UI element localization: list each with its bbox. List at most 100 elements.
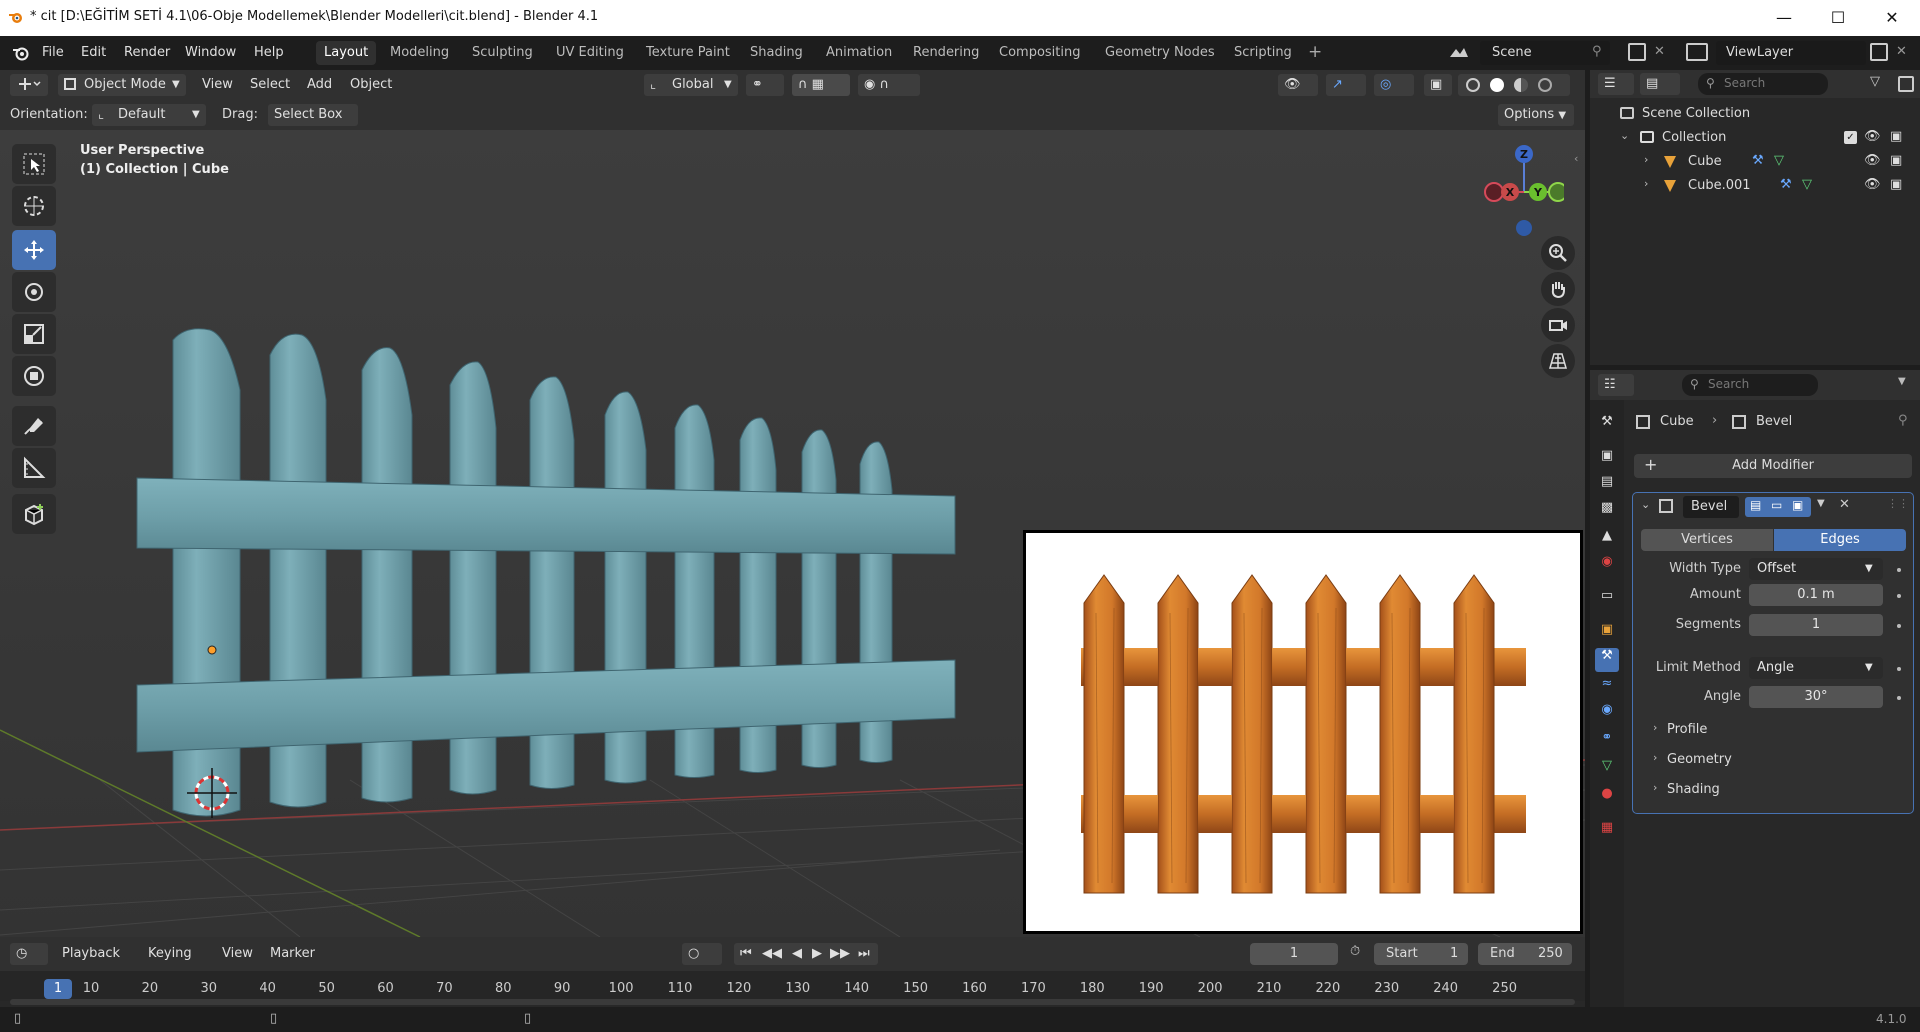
outliner-row-cube[interactable]: › Cube ⚒ ▽ 👁 ▣ [1590, 150, 1920, 174]
pan-button[interactable] [1541, 272, 1575, 306]
add-cube-tool[interactable] [12, 494, 56, 534]
eye-icon[interactable]: 👁 [1864, 177, 1881, 192]
angle-field[interactable]: 30° [1749, 686, 1883, 708]
subpanel-geometry[interactable]: › Geometry [1653, 749, 1893, 771]
options-button[interactable]: Options ▼ [1498, 104, 1574, 126]
menu-object[interactable]: Object [350, 74, 392, 96]
eye-icon[interactable]: 👁 [1864, 153, 1881, 168]
tab-modeling[interactable]: Modeling [382, 41, 457, 65]
pin-icon[interactable]: ⚲ [1592, 44, 1602, 59]
select-box-tool[interactable] [12, 144, 56, 184]
modifier-tab-icon[interactable]: ⚒ [1595, 648, 1619, 672]
stopwatch-icon[interactable]: ⏱ [1350, 944, 1360, 959]
tool-tab-icon[interactable]: ⚒ [1595, 414, 1619, 438]
scene-tab-icon[interactable]: ▲ [1595, 528, 1619, 552]
jump-prev-keyframe-icon[interactable]: ◀◀ [762, 943, 782, 965]
physics-tab-icon[interactable]: ◉ [1595, 702, 1619, 726]
tab-uv-editing[interactable]: UV Editing [548, 41, 632, 65]
display-mode-button[interactable]: ▤ [1640, 73, 1680, 95]
snap-button[interactable]: ∩ ▦ [792, 74, 850, 96]
editor-type-button[interactable] [10, 74, 48, 96]
mesh-data-icon[interactable]: ▽ [1774, 153, 1784, 168]
camera-render-icon[interactable]: ▣ [1890, 153, 1902, 168]
scene-selector-icon[interactable] [1446, 41, 1472, 65]
material-tab-icon[interactable]: ● [1595, 786, 1619, 810]
modifier-wrench-icon[interactable]: ⚒ [1752, 153, 1764, 168]
outliner-editor-type-button[interactable]: ☰ [1598, 73, 1634, 95]
zoom-button[interactable] [1541, 236, 1575, 270]
segments-field[interactable]: 1 [1749, 614, 1883, 636]
timeline-editor-type-button[interactable]: ◷ [10, 943, 48, 965]
tab-layout[interactable]: Layout [316, 41, 377, 65]
collection-tab-icon[interactable]: ▭ [1595, 588, 1619, 612]
modifier-visibility-toggles[interactable]: ▤ ▭ ▣ [1745, 497, 1811, 517]
collapse-sidebar-icon[interactable]: ‹ [1574, 152, 1578, 165]
transform-orientation-selector[interactable]: ⌞ Global ▼ [644, 74, 738, 96]
gizmo-neg-z-axis[interactable] [1516, 220, 1532, 236]
keyframe-dot-icon[interactable] [1897, 696, 1901, 700]
maximize-button[interactable]: ☐ [1810, 0, 1866, 36]
menu-add[interactable]: Add [307, 74, 332, 96]
render-tab-icon[interactable]: ▣ [1595, 448, 1619, 472]
amount-field[interactable]: 0.1 m [1749, 584, 1883, 606]
viewport-toggle-icon[interactable]: ▭ [1771, 498, 1782, 512]
object-tab-icon[interactable]: ▣ [1595, 622, 1619, 646]
filter-icon[interactable]: ▽ [1870, 74, 1880, 89]
tab-animation[interactable]: Animation [818, 41, 900, 65]
timeline-scrollbar[interactable] [10, 999, 1575, 1005]
mesh-data-icon[interactable]: ▽ [1802, 177, 1812, 192]
menu-marker[interactable]: Marker [270, 943, 315, 965]
annotate-tool[interactable] [12, 406, 56, 446]
affect-vertices-button[interactable]: Vertices [1641, 529, 1773, 551]
outliner-search-input[interactable]: ⚲ Search [1698, 73, 1828, 95]
rotate-tool[interactable] [12, 272, 56, 312]
gizmo-toggle-button[interactable]: ↗ [1326, 74, 1366, 96]
play-icon[interactable]: ▶ [812, 943, 822, 965]
new-scene-icon[interactable] [1628, 43, 1646, 61]
texture-tab-icon[interactable]: ▦ [1595, 820, 1619, 844]
close-window-button[interactable]: ✕ [1864, 0, 1920, 36]
tab-shading[interactable]: Shading [742, 41, 811, 65]
camera-view-button[interactable] [1541, 308, 1575, 342]
blender-menu-icon[interactable] [12, 45, 30, 61]
menu-render[interactable]: Render [124, 45, 170, 60]
outliner-row-scene-collection[interactable]: Scene Collection [1590, 102, 1920, 126]
menu-keying[interactable]: Keying [148, 943, 192, 965]
move-tool[interactable] [12, 230, 56, 270]
tab-geometry-nodes[interactable]: Geometry Nodes [1097, 41, 1223, 65]
add-workspace-icon[interactable]: + [1308, 42, 1322, 62]
properties-search-input[interactable]: ⚲ Search [1682, 374, 1818, 396]
constraints-tab-icon[interactable]: ⚭ [1595, 730, 1619, 754]
visibility-button[interactable]: 👁 [1278, 74, 1318, 96]
view-layer-icon[interactable] [1686, 43, 1708, 61]
camera-render-icon[interactable]: ▣ [1890, 177, 1902, 192]
expand-chevron-icon[interactable]: › [1644, 153, 1648, 166]
width-type-dropdown[interactable]: Offset ▼ [1749, 558, 1883, 580]
world-tab-icon[interactable]: ◉ [1595, 554, 1619, 578]
proportional-edit-button[interactable]: ◉ ∩ [858, 74, 920, 96]
tab-texture-paint[interactable]: Texture Paint [638, 41, 738, 65]
affect-edges-button[interactable]: Edges [1774, 529, 1906, 551]
current-frame-field[interactable]: 1 [1250, 943, 1338, 965]
outliner-row-cube-001[interactable]: › Cube.001 ⚒ ▽ 👁 ▣ [1590, 174, 1920, 198]
new-collection-icon[interactable] [1898, 76, 1914, 92]
add-modifier-button[interactable]: + Add Modifier [1634, 454, 1912, 478]
expand-chevron-icon[interactable]: › [1644, 177, 1648, 190]
scale-tool[interactable] [12, 314, 56, 354]
pin-icon[interactable]: ⚲ [1898, 413, 1908, 428]
play-reverse-icon[interactable]: ◀ [792, 943, 802, 965]
solid-shading-icon[interactable] [1490, 78, 1504, 92]
tab-compositing[interactable]: Compositing [991, 41, 1089, 65]
material-shading-icon[interactable] [1514, 78, 1528, 92]
wireframe-shading-icon[interactable] [1466, 78, 1480, 92]
auto-keying-button[interactable]: ○ [682, 943, 722, 965]
xray-button[interactable]: ▣ [1424, 74, 1452, 96]
subpanel-shading[interactable]: › Shading [1653, 779, 1893, 801]
scene-field[interactable]: Scene ⚲ [1480, 41, 1610, 65]
minimize-button[interactable]: — [1756, 0, 1812, 36]
tab-rendering[interactable]: Rendering [905, 41, 987, 65]
menu-playback[interactable]: Playback [62, 943, 120, 965]
new-view-layer-icon[interactable] [1870, 43, 1888, 61]
menu-edit[interactable]: Edit [81, 45, 106, 60]
eye-icon[interactable]: 👁 [1864, 129, 1881, 144]
